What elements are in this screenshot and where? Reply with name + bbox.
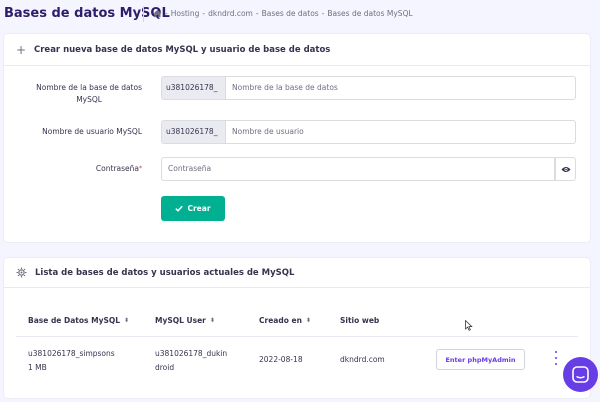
- db-name-prefix: u381026178_: [161, 76, 225, 100]
- password-input[interactable]: Contraseña: [161, 157, 555, 181]
- breadcrumb-item-hosting[interactable]: Hosting: [171, 9, 200, 18]
- breadcrumb-separator: -: [165, 9, 168, 18]
- table-divider: [16, 336, 578, 337]
- db-name-row: Nombre de la base de datos MySQL u381026…: [4, 76, 590, 104]
- kebab-icon[interactable]: [552, 351, 560, 365]
- db-name-input[interactable]: Nombre de la base de datos: [225, 76, 576, 100]
- required-mark: *: [139, 165, 142, 172]
- list-card-title: Lista de bases de datos y usuarios actua…: [35, 267, 295, 278]
- db-name-label: Nombre de la base de datos MySQL: [36, 82, 142, 106]
- database-size: 1 MB: [28, 363, 47, 372]
- eye-icon: [561, 166, 570, 172]
- create-database-card: + Crear nueva base de datos MySQL y usua…: [4, 34, 590, 242]
- column-header-user[interactable]: MySQL User ⬍: [155, 316, 215, 325]
- column-header-database-label: Base de Datos MySQL: [28, 316, 121, 325]
- breadcrumb-item-databases[interactable]: Bases de datos: [262, 9, 319, 18]
- password-label-text: Contraseña: [95, 164, 139, 173]
- breadcrumb-item-domain[interactable]: dkndrd.com: [208, 9, 253, 18]
- username-row: Nombre de usuario MySQL u381026178_ Nomb…: [4, 120, 590, 144]
- created-date-cell: 2022-08-18: [259, 355, 303, 364]
- database-user-cell: u381026178_dukin droid: [155, 348, 227, 374]
- website-cell: dkndrd.com: [340, 355, 385, 364]
- db-name-label-line2: MySQL: [76, 95, 102, 104]
- breadcrumb-separator: -: [202, 9, 206, 18]
- password-row: Contraseña* Contraseña: [4, 157, 590, 181]
- sort-icon: ⬍: [305, 317, 311, 324]
- username-input[interactable]: Nombre de usuario: [225, 120, 576, 144]
- breadcrumb-separator: -: [255, 9, 259, 18]
- breadcrumb-separator: -: [321, 9, 325, 18]
- breadcrumb: - Hosting - dkndrd.com - Bases de datos …: [153, 9, 413, 18]
- column-header-created-label: Creado en: [259, 316, 302, 325]
- home-icon[interactable]: [153, 9, 162, 18]
- plus-icon: +: [16, 42, 27, 57]
- show-password-button[interactable]: [555, 157, 576, 181]
- title-divider: [143, 6, 144, 22]
- column-header-user-label: MySQL User: [155, 316, 206, 325]
- create-button[interactable]: Crear: [161, 196, 225, 221]
- column-header-website-label: Sitio web: [340, 316, 380, 325]
- sort-icon: ⬍: [124, 317, 130, 324]
- column-header-database[interactable]: Base de Datos MySQL ⬍: [28, 316, 129, 325]
- check-icon: [175, 205, 184, 212]
- database-icon: [16, 267, 27, 278]
- column-header-created[interactable]: Creado en ⬍: [259, 316, 311, 325]
- breadcrumb-item-current: Bases de datos MySQL: [327, 9, 413, 18]
- db-name-label-line1: Nombre de la base de datos: [36, 83, 142, 92]
- mouse-cursor-icon: [465, 320, 473, 331]
- create-button-label: Crear: [187, 204, 211, 213]
- page-title: Bases de datos MySQL: [4, 6, 170, 21]
- enter-phpmyadmin-button[interactable]: Enter phpMyAdmin: [436, 349, 525, 370]
- password-label: Contraseña*: [96, 163, 142, 175]
- chat-icon: [572, 366, 589, 383]
- database-user-line1: u381026178_dukin: [155, 349, 228, 358]
- top-bar: Bases de datos MySQL - Hosting - dkndrd.…: [0, 0, 600, 30]
- column-header-website: Sitio web: [340, 316, 379, 325]
- database-user-line2: droid: [155, 363, 175, 372]
- chat-button[interactable]: [563, 357, 598, 392]
- database-name: u381026178_simpsons: [28, 349, 115, 358]
- create-card-header: + Crear nueva base de datos MySQL y usua…: [4, 34, 590, 66]
- create-card-title: Crear nueva base de datos MySQL y usuari…: [34, 44, 331, 55]
- database-name-cell: u381026178_simpsons 1 MB: [28, 348, 115, 374]
- database-list-card: Lista de bases de datos y usuarios actua…: [4, 258, 590, 398]
- username-prefix: u381026178_: [161, 120, 225, 144]
- list-card-header: Lista de bases de datos y usuarios actua…: [4, 258, 590, 288]
- sort-icon: ⬍: [209, 317, 215, 324]
- username-label: Nombre de usuario MySQL: [42, 127, 142, 136]
